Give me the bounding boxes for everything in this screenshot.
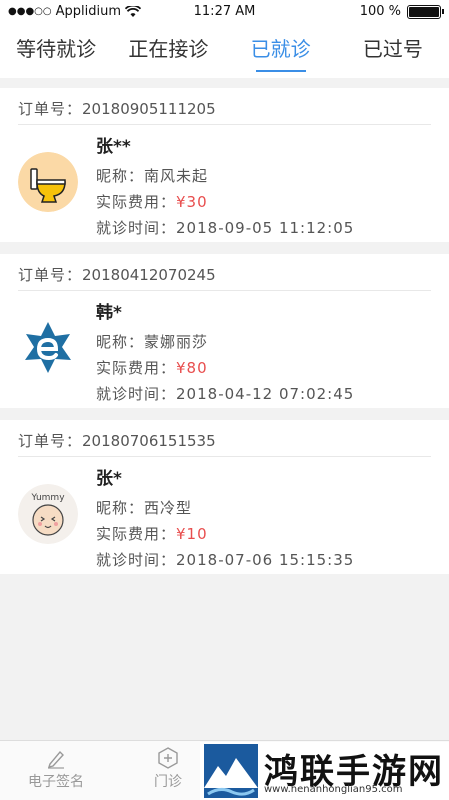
fee-value: ¥80 xyxy=(176,359,208,377)
nickname-row: 昵称：蒙娜丽莎 xyxy=(96,333,209,351)
e-logo-avatar-icon xyxy=(18,318,78,378)
pen-icon xyxy=(47,750,64,769)
divider xyxy=(18,290,431,291)
nav-outpatient[interactable]: 门诊 xyxy=(128,747,208,791)
svg-text:Yummy: Yummy xyxy=(30,493,65,503)
fee-row: 实际费用：¥10 xyxy=(96,525,208,543)
divider xyxy=(18,456,431,457)
divider xyxy=(18,124,431,125)
status-bar: ●●●○○ Applidium 11:27 AM 100 % xyxy=(0,0,449,24)
mountain-logo-icon xyxy=(204,744,258,798)
order-list: 订单号：20180905111205 张** 昵称：南风未起 实际费用：¥30 … xyxy=(0,88,449,586)
fee-value: ¥30 xyxy=(176,193,208,211)
tab-missed[interactable]: 已过号 xyxy=(337,24,449,78)
yummy-face-avatar-icon: Yummy xyxy=(18,484,78,544)
fee-value: ¥10 xyxy=(176,525,208,543)
nickname-row: 昵称：南风未起 xyxy=(96,167,209,185)
tab-completed[interactable]: 已就诊 xyxy=(225,24,337,78)
patient-name: 韩* xyxy=(96,303,122,323)
watermark-url: www.henanhonglian95.com xyxy=(264,784,403,795)
tab-in-consultation[interactable]: 正在接诊 xyxy=(112,24,224,78)
fee-row: 实际费用：¥80 xyxy=(96,359,208,377)
order-info: 张* 昵称：西冷型 实际费用：¥10 就诊时间：2018-07-06 15:15… xyxy=(96,464,354,573)
order-info: 张** 昵称：南风未起 实际费用：¥30 就诊时间：2018-09-05 11:… xyxy=(96,132,354,241)
visit-time-row: 就诊时间：2018-07-06 15:15:35 xyxy=(96,551,355,569)
order-info: 韩* 昵称：蒙娜丽莎 实际费用：¥80 就诊时间：2018-04-12 07:0… xyxy=(96,298,354,407)
visit-time-row: 就诊时间：2018-04-12 07:02:45 xyxy=(96,385,355,403)
order-card[interactable]: 订单号：20180412070245 韩* 昵称：蒙娜丽莎 实际费用：¥80 就… xyxy=(0,254,449,408)
order-card[interactable]: 订单号：20180706151535 Yummy 张* 昵称：西冷型 实际费用：… xyxy=(0,420,449,574)
toilet-avatar-icon xyxy=(18,152,78,212)
order-card[interactable]: 订单号：20180905111205 张** 昵称：南风未起 实际费用：¥30 … xyxy=(0,88,449,242)
order-number: 订单号：20180905111205 xyxy=(18,100,216,118)
battery-icon xyxy=(407,4,444,19)
battery-percent: 100 % xyxy=(359,4,401,19)
fee-row: 实际费用：¥30 xyxy=(96,193,208,211)
status-right: 100 % xyxy=(359,4,444,19)
patient-name: 张** xyxy=(96,137,131,157)
order-number: 订单号：20180706151535 xyxy=(18,432,216,450)
tab-bar: 等待就诊 正在接诊 已就诊 已过号 xyxy=(0,24,449,78)
tab-waiting[interactable]: 等待就诊 xyxy=(0,24,112,78)
patient-name: 张* xyxy=(96,469,122,489)
watermark: 鸿联手游网 www.henanhonglian95.com xyxy=(200,742,449,800)
order-number: 订单号：20180412070245 xyxy=(18,266,216,284)
visit-time-row: 就诊时间：2018-09-05 11:12:05 xyxy=(96,219,355,237)
nickname-row: 昵称：西冷型 xyxy=(96,499,193,517)
nav-e-signature[interactable]: 电子签名 xyxy=(16,747,96,791)
plus-circle-icon xyxy=(158,747,178,769)
